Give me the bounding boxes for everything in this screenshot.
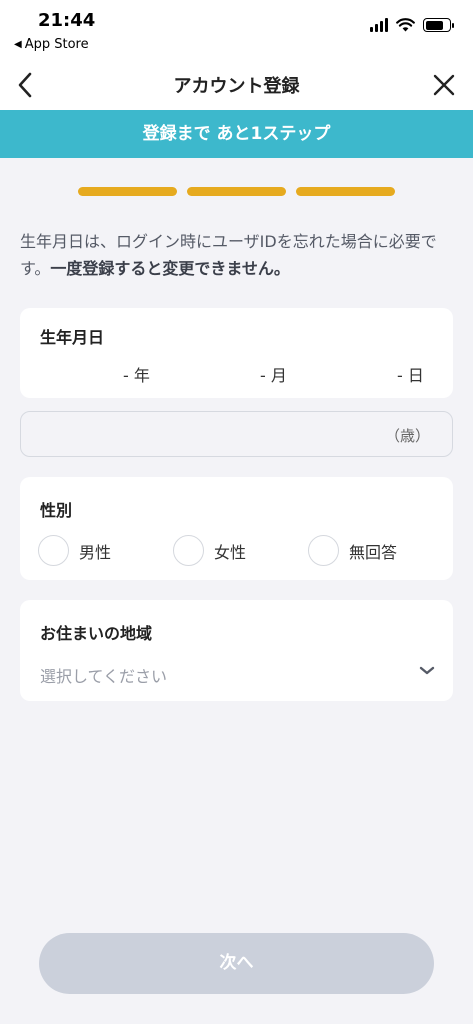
gender-option-label: 女性 bbox=[214, 542, 247, 562]
status-icons bbox=[370, 18, 454, 32]
progress-step bbox=[296, 187, 395, 196]
progress-step bbox=[187, 187, 286, 196]
gender-option-no-answer[interactable]: 無回答 bbox=[308, 535, 397, 566]
region-label: お住まいの地域 bbox=[40, 624, 153, 643]
age-unit-label: （歳） bbox=[384, 427, 430, 445]
nav-bar: アカウント登録 bbox=[0, 60, 473, 110]
description-text: 生年月日は、ログイン時にユーザIDを忘れた場合に必要です。一度登録すると変更でき… bbox=[20, 228, 455, 282]
page-title: アカウント登録 bbox=[173, 76, 300, 97]
radio-circle[interactable] bbox=[308, 535, 339, 566]
gender-card: 性別 男性 女性 無回答 bbox=[20, 477, 453, 580]
status-time: 21:44 bbox=[38, 10, 96, 31]
gender-option-male[interactable]: 男性 bbox=[38, 535, 111, 566]
gender-option-label: 男性 bbox=[79, 542, 112, 562]
back-to-app-store[interactable]: ◀ App Store bbox=[14, 37, 89, 52]
status-bar: 21:44 ◀ App Store bbox=[0, 0, 473, 60]
back-to-app-label: App Store bbox=[24, 37, 89, 52]
gender-option-label: 無回答 bbox=[349, 542, 398, 562]
birthdate-label: 生年月日 bbox=[40, 328, 105, 347]
birth-month-picker[interactable]: - 月 bbox=[260, 362, 287, 386]
region-card: お住まいの地域 選択してください bbox=[20, 600, 453, 701]
cellular-signal-icon bbox=[370, 18, 388, 32]
region-select[interactable]: 選択してください bbox=[40, 660, 435, 688]
description-emphasis: 一度登録すると変更できません。 bbox=[50, 259, 290, 278]
chevron-down-icon bbox=[419, 666, 435, 675]
progress-indicator bbox=[78, 187, 395, 196]
back-triangle-icon: ◀ bbox=[14, 39, 22, 50]
radio-circle[interactable] bbox=[38, 535, 69, 566]
next-button[interactable]: 次へ bbox=[39, 933, 434, 994]
birth-day-picker[interactable]: - 日 bbox=[397, 362, 424, 386]
gender-option-female[interactable]: 女性 bbox=[173, 535, 246, 566]
battery-icon bbox=[423, 18, 454, 32]
region-placeholder: 選択してください bbox=[40, 667, 168, 686]
birthdate-card: 生年月日 - 年 - 月 - 日 bbox=[20, 308, 453, 398]
wifi-icon bbox=[396, 18, 415, 32]
close-icon bbox=[433, 74, 455, 96]
age-field: （歳） bbox=[20, 411, 453, 457]
close-button[interactable] bbox=[427, 68, 461, 102]
gender-label: 性別 bbox=[40, 501, 73, 520]
radio-circle[interactable] bbox=[173, 535, 204, 566]
progress-step bbox=[78, 187, 177, 196]
birth-year-picker[interactable]: - 年 bbox=[123, 362, 150, 386]
step-banner: 登録まで あと1ステップ bbox=[0, 110, 473, 158]
